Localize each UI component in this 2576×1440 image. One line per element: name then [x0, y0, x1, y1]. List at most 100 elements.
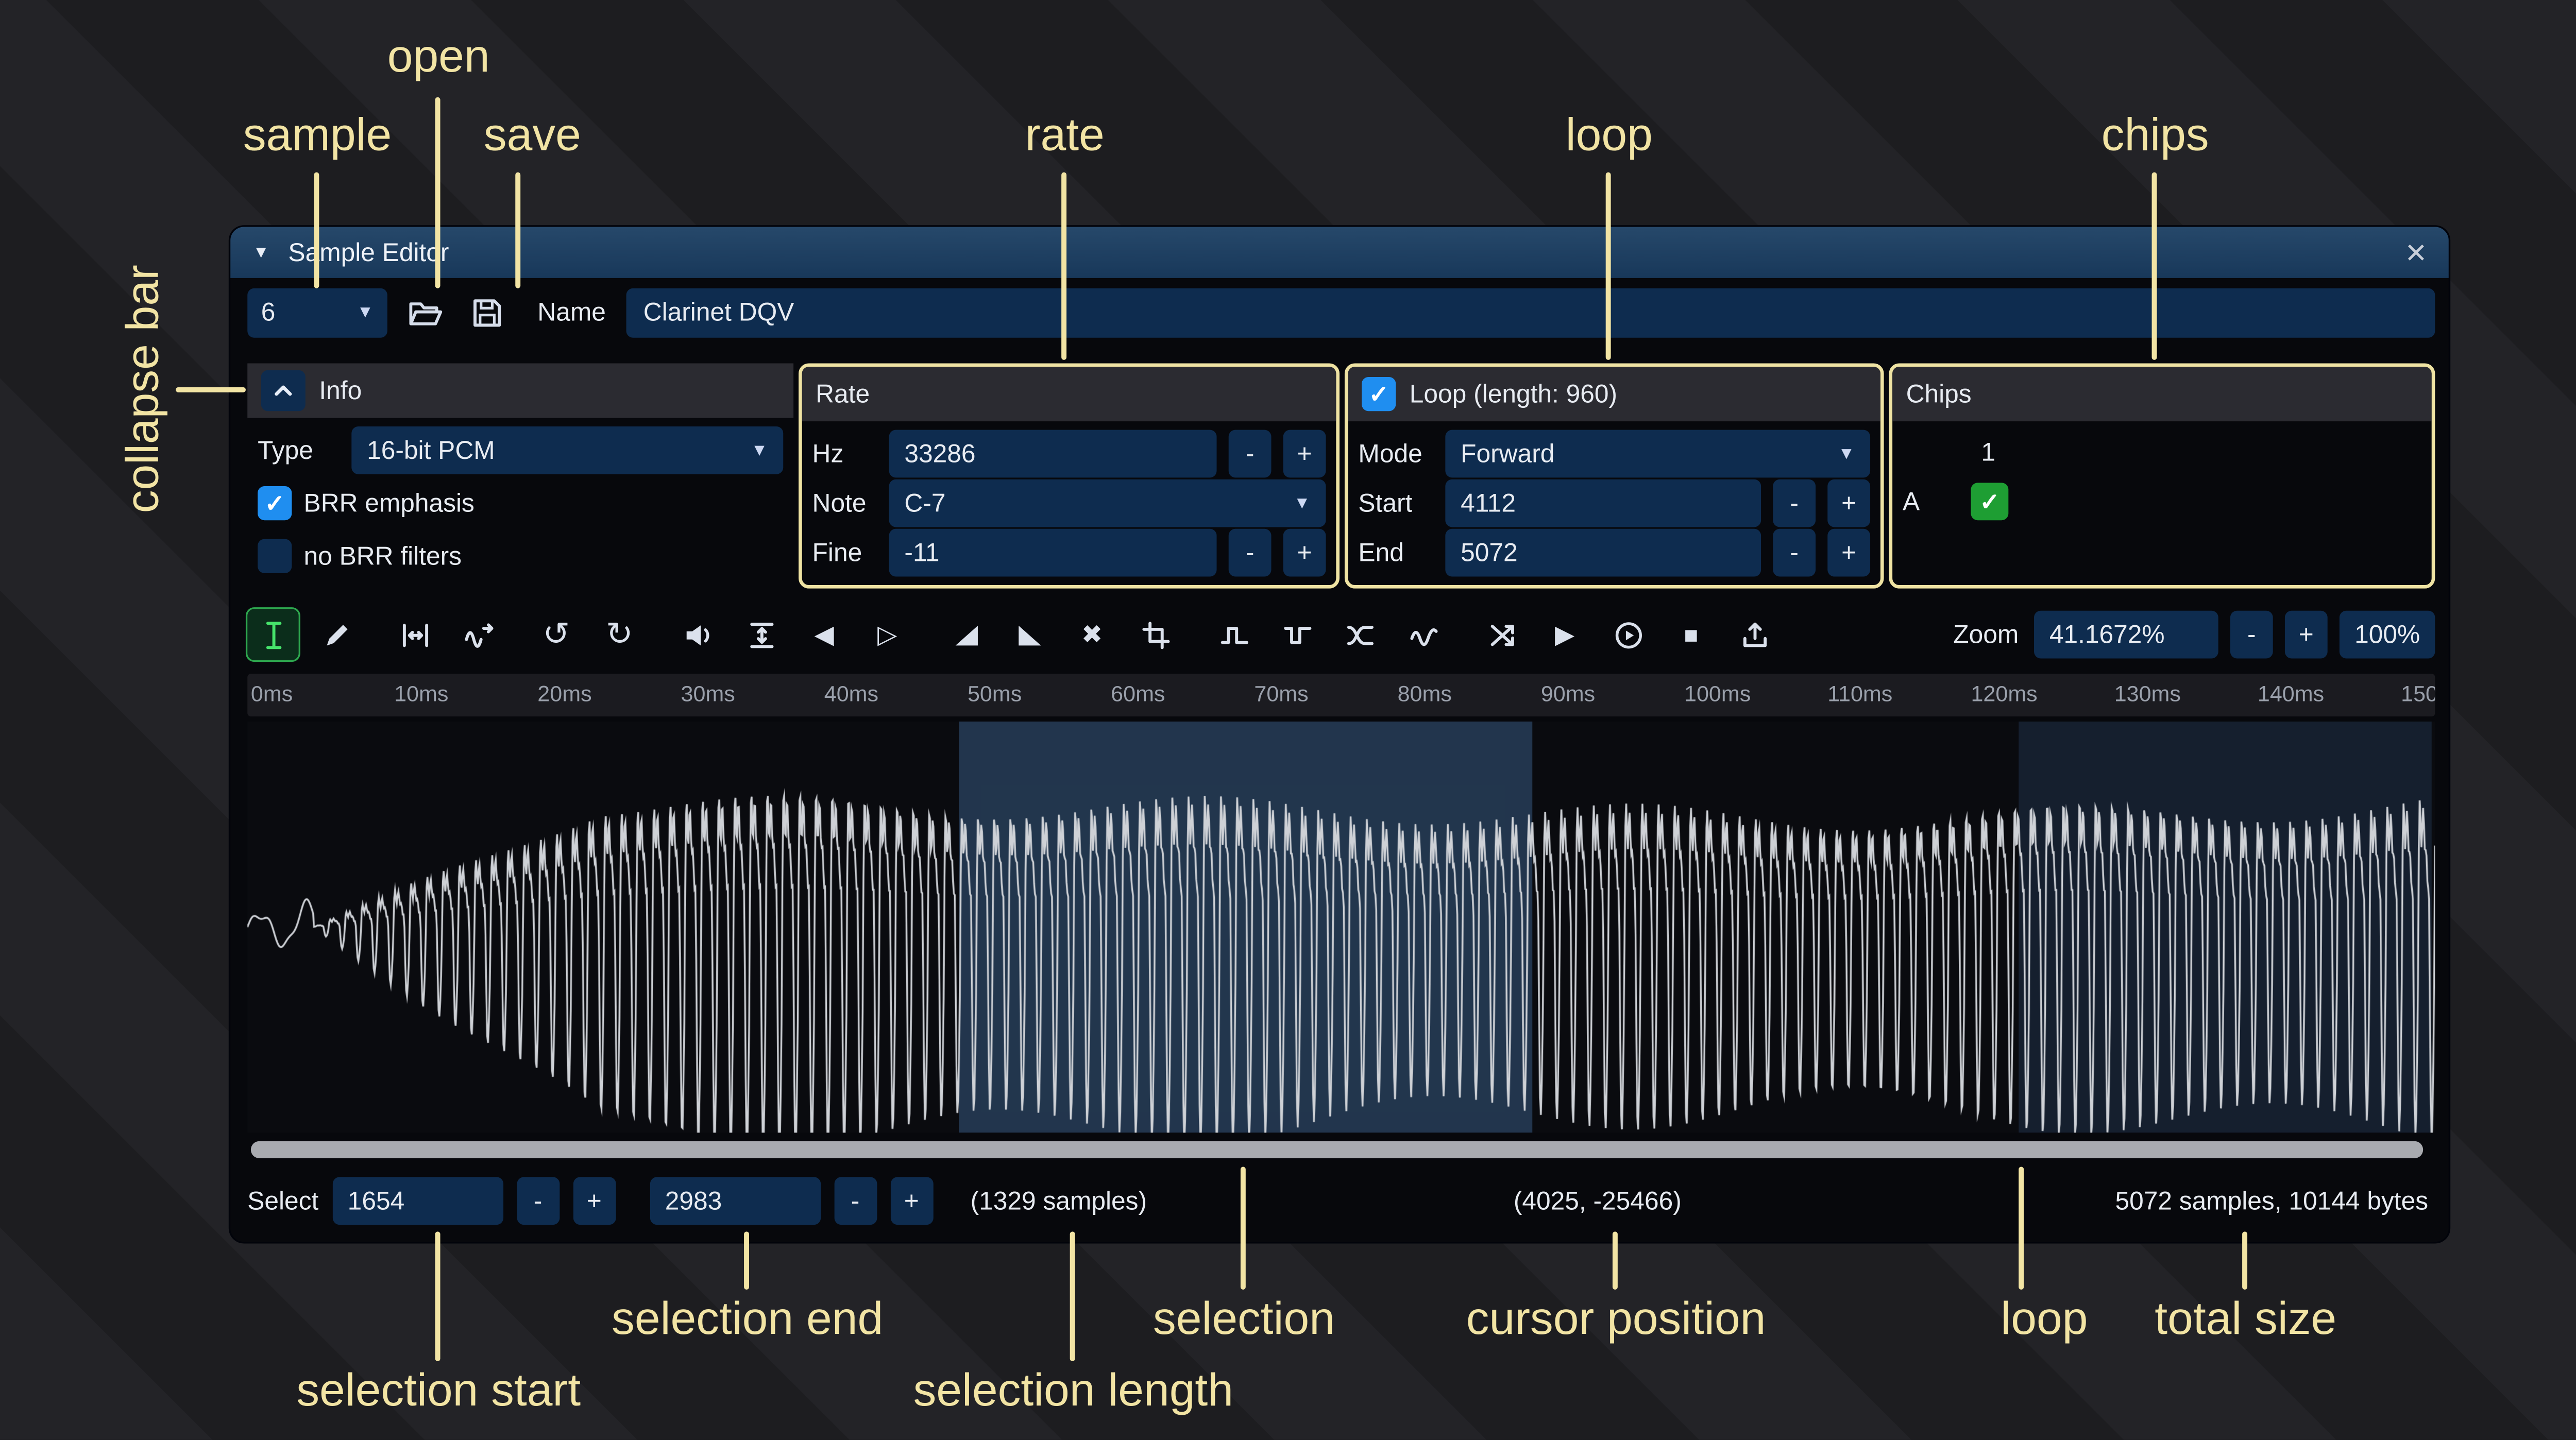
zoom-input[interactable]: 41.1672%: [2034, 611, 2218, 659]
brr-emphasis-checkbox[interactable]: ✓: [258, 486, 292, 520]
toolbar-icons: ↺ ↻ ◀▷ ✖ ▶ ■: [247, 609, 1780, 660]
annotation-rate: rate: [1025, 109, 1105, 162]
fine-input[interactable]: -11: [889, 529, 1217, 577]
annotation-sample: sample: [243, 109, 392, 162]
ruler-tick: 110ms: [1827, 681, 1892, 707]
info-body: Type 16-bit PCM ▼ ✓ BRR emphasis ✓ no BR…: [247, 418, 793, 588]
zoom-out-button[interactable]: -: [2230, 611, 2273, 659]
selection-end-minus-button[interactable]: -: [834, 1177, 877, 1225]
loop-start-input[interactable]: 4112: [1445, 479, 1761, 527]
loop-start-minus-button[interactable]: -: [1773, 479, 1816, 527]
redo-icon: ↻: [606, 615, 633, 654]
waveform-view[interactable]: [247, 722, 2435, 1133]
ruler-tick: 120ms: [1971, 681, 2037, 707]
trim-button[interactable]: [1130, 609, 1181, 660]
amplify-button[interactable]: [672, 609, 723, 660]
save-button[interactable]: [463, 289, 511, 337]
draw-button[interactable]: [311, 609, 362, 660]
loop-start-value: 4112: [1461, 489, 1516, 518]
check-icon: ✓: [1979, 487, 1999, 516]
fade-out-button[interactable]: [1004, 609, 1055, 660]
note-dropdown[interactable]: C-7 ▼: [889, 479, 1326, 527]
zoom-value: 41.1672%: [2049, 620, 2165, 649]
open-button[interactable]: [401, 289, 449, 337]
zoom-in-button[interactable]: +: [2285, 611, 2328, 659]
selection-start-input[interactable]: 1654: [332, 1177, 503, 1225]
sample-number-value: 6: [261, 299, 357, 328]
hz-input[interactable]: 33286: [889, 430, 1217, 478]
preview-button[interactable]: ▶: [1539, 609, 1590, 660]
hz-plus-button[interactable]: +: [1283, 430, 1326, 478]
annotation-selection-end: selection end: [612, 1293, 883, 1346]
ruler-tick: 20ms: [537, 681, 591, 707]
hz-minus-button[interactable]: -: [1229, 430, 1272, 478]
window-collapse-icon[interactable]: ▼: [252, 243, 269, 262]
preview-selection-button[interactable]: [1602, 609, 1653, 660]
info-header: Info: [247, 363, 793, 418]
collapse-info-button[interactable]: [261, 370, 306, 411]
fine-minus-button[interactable]: -: [1229, 529, 1272, 577]
loop-end-minus-button[interactable]: -: [1773, 529, 1816, 577]
total-size-text: 5072 samples, 10144 bytes: [2115, 1187, 2428, 1215]
annotation-open: open: [387, 31, 490, 84]
annotation-line: [1606, 173, 1611, 360]
crossfade-button[interactable]: [1334, 609, 1385, 660]
waveform-canvas[interactable]: [247, 722, 2435, 1133]
zoom-reset-button[interactable]: 100%: [2340, 611, 2435, 659]
selection-start-plus-button[interactable]: +: [573, 1177, 616, 1225]
chip-enable-checkbox[interactable]: ✓: [1971, 483, 2008, 520]
annotation-line: [2152, 173, 2157, 360]
delete-button[interactable]: ✖: [1066, 609, 1117, 660]
loop-end-plus-button[interactable]: +: [1827, 529, 1870, 577]
undo-button[interactable]: ↺: [531, 609, 582, 660]
apply-silence-button[interactable]: [1272, 609, 1323, 660]
ruler-tick: 140ms: [2258, 681, 2324, 707]
sample-number-dropdown[interactable]: 6 ▼: [247, 288, 387, 338]
stop-preview-button[interactable]: ■: [1666, 609, 1717, 660]
no-brr-filters-checkbox[interactable]: ✓: [258, 539, 292, 573]
rate-header-label: Rate: [816, 380, 870, 408]
title-bar: ▼ Sample Editor ×: [230, 227, 2449, 278]
apply-silence-icon: [1281, 619, 1313, 651]
swap-channels-button[interactable]: [1476, 609, 1527, 660]
selection-length-text: (1329 samples): [971, 1187, 1147, 1215]
close-icon[interactable]: ×: [2405, 234, 2427, 270]
resample-icon: [462, 619, 494, 651]
loop-mode-dropdown[interactable]: Forward ▼: [1445, 430, 1870, 478]
preview-icon: ▶: [1555, 619, 1574, 650]
ruler-tick: 100ms: [1684, 681, 1751, 707]
filter-button[interactable]: [1398, 609, 1449, 660]
loop-start-plus-button[interactable]: +: [1827, 479, 1870, 527]
normalize-button[interactable]: [736, 609, 787, 660]
annotation-collapse-bar: collapse bar: [117, 265, 170, 513]
loop-end-value: 5072: [1461, 538, 1518, 567]
scrollbar-thumb[interactable]: [251, 1141, 2423, 1158]
invert-button[interactable]: ▷: [862, 609, 913, 660]
fade-in-icon: [950, 619, 982, 651]
loop-end-input[interactable]: 5072: [1445, 529, 1761, 577]
chevron-down-icon: ▼: [1294, 494, 1311, 512]
export-button[interactable]: [1728, 609, 1780, 660]
fade-in-button[interactable]: [940, 609, 991, 660]
reverse-button[interactable]: ◀: [799, 609, 850, 660]
edit-cursor-button[interactable]: [247, 609, 298, 660]
annotation-line: [1070, 1231, 1075, 1361]
type-dropdown[interactable]: 16-bit PCM ▼: [351, 426, 783, 474]
insert-silence-button[interactable]: [1208, 609, 1259, 660]
info-header-label: Info: [319, 376, 362, 405]
type-label: Type: [258, 436, 340, 465]
annotation-selection-length: selection length: [913, 1365, 1233, 1418]
selection-end-input[interactable]: 2983: [650, 1177, 820, 1225]
resample-button[interactable]: [452, 609, 503, 660]
loop-header: ✓ Loop (length: 960): [1348, 367, 1880, 421]
redo-button[interactable]: ↻: [594, 609, 645, 660]
waveform-scrollbar: [247, 1139, 2435, 1160]
selection-start-minus-button[interactable]: -: [517, 1177, 560, 1225]
resize-button[interactable]: [389, 609, 440, 660]
annotation-line: [435, 97, 440, 288]
selection-end-plus-button[interactable]: +: [890, 1177, 933, 1225]
fine-plus-button[interactable]: +: [1283, 529, 1326, 577]
name-input[interactable]: Clarinet DQV: [626, 288, 2435, 338]
loop-body: Mode Forward ▼ Start 4112 - + End: [1348, 421, 1880, 585]
loop-enabled-checkbox[interactable]: ✓: [1362, 377, 1396, 411]
